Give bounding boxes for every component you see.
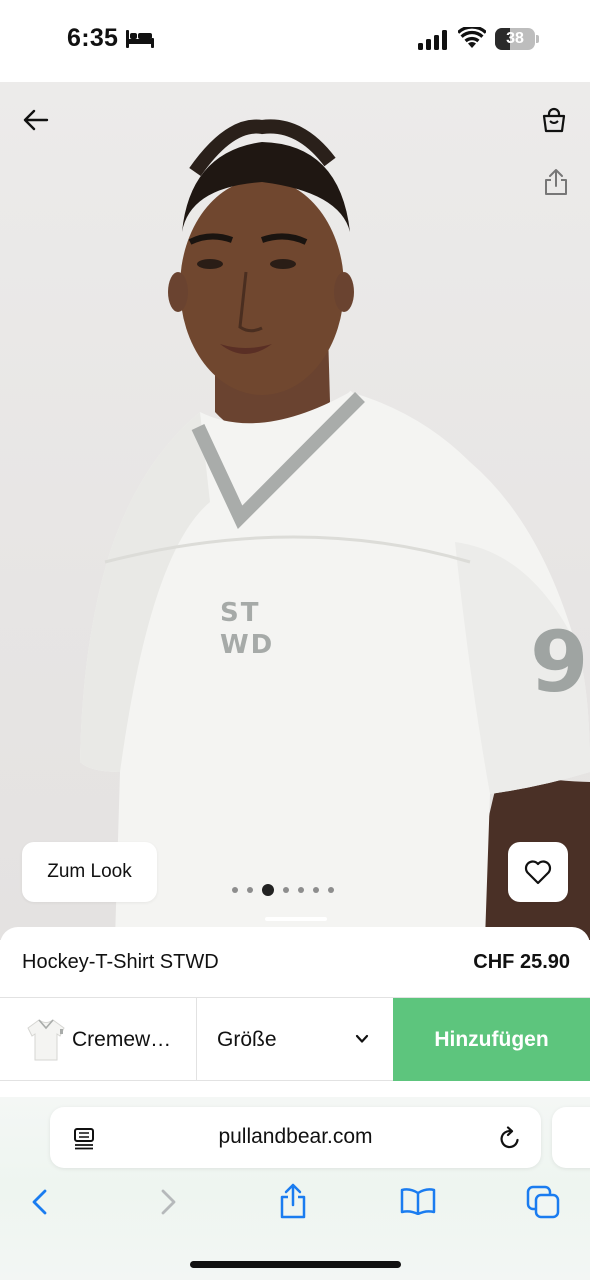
product-image[interactable]: STWD 91 Zum Look bbox=[0, 82, 590, 940]
bookmarks-icon[interactable] bbox=[400, 1187, 436, 1215]
chevron-down-icon bbox=[355, 1034, 369, 1043]
shopping-bag-icon bbox=[542, 107, 566, 133]
share-icon bbox=[545, 169, 567, 195]
purchase-actions: Cremew… Größe Hinzufügen bbox=[0, 997, 590, 1081]
add-to-cart-button[interactable]: Hinzufügen bbox=[393, 998, 590, 1081]
share-product-button[interactable] bbox=[538, 164, 574, 200]
home-indicator[interactable] bbox=[190, 1261, 401, 1268]
status-time: 6:35 bbox=[67, 24, 119, 52]
pager-dot[interactable] bbox=[283, 887, 289, 893]
color-selector[interactable]: Cremew… bbox=[0, 998, 197, 1081]
browser-toolbar: pullandbear.com bbox=[0, 1097, 590, 1280]
sleep-focus-icon bbox=[126, 30, 154, 48]
sleeve-number: 91 bbox=[530, 613, 590, 711]
sheet-handle[interactable] bbox=[265, 917, 327, 921]
status-bar: 6:35 38 bbox=[0, 0, 590, 82]
address-bar[interactable]: pullandbear.com bbox=[50, 1107, 541, 1168]
shopping-bag-button[interactable] bbox=[536, 102, 572, 138]
product-name: Hockey-T-Shirt STWD bbox=[22, 951, 219, 973]
reload-icon[interactable] bbox=[498, 1125, 522, 1151]
heart-icon bbox=[524, 860, 552, 885]
chest-print: STWD bbox=[220, 598, 275, 660]
back-button[interactable] bbox=[18, 102, 54, 138]
cellular-signal-icon bbox=[418, 30, 447, 50]
product-info-sheet: Hockey-T-Shirt STWD CHF 25.90 Cremew… Gr… bbox=[0, 927, 590, 1097]
color-swatch-thumbnail bbox=[27, 1019, 65, 1061]
url-text: pullandbear.com bbox=[218, 1125, 373, 1148]
pager-dot[interactable] bbox=[298, 887, 304, 893]
next-tab-preview[interactable] bbox=[552, 1107, 590, 1168]
browser-forward-icon[interactable] bbox=[156, 1187, 180, 1217]
model-photo bbox=[80, 119, 590, 940]
size-label: Größe bbox=[217, 1028, 277, 1051]
pager-dot[interactable] bbox=[232, 887, 238, 893]
color-label: Cremew… bbox=[72, 1028, 172, 1051]
view-look-button[interactable]: Zum Look bbox=[22, 842, 157, 902]
browser-share-icon[interactable] bbox=[278, 1183, 308, 1219]
favorite-button[interactable] bbox=[508, 842, 568, 902]
size-selector[interactable]: Größe bbox=[198, 998, 393, 1081]
battery-level: 38 bbox=[506, 30, 524, 47]
product-price: CHF 25.90 bbox=[473, 951, 570, 973]
browser-back-icon[interactable] bbox=[28, 1187, 52, 1217]
pager-dot[interactable] bbox=[328, 887, 334, 893]
tabs-overview-icon[interactable] bbox=[526, 1185, 560, 1219]
pager-dot[interactable] bbox=[247, 887, 253, 893]
arrow-left-icon bbox=[23, 109, 49, 131]
pager-dot-active[interactable] bbox=[262, 884, 274, 896]
pager-dot[interactable] bbox=[313, 887, 319, 893]
battery-indicator: 38 bbox=[495, 28, 539, 50]
image-pager[interactable] bbox=[232, 882, 334, 898]
wifi-icon bbox=[458, 27, 486, 48]
